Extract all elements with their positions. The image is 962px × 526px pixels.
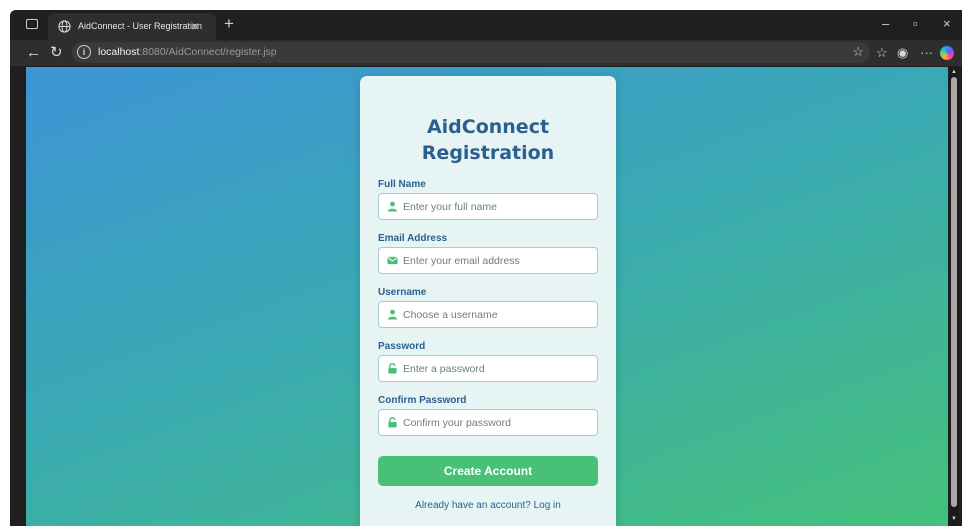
copilot-icon[interactable] xyxy=(940,46,954,60)
globe-icon xyxy=(58,20,71,33)
page-viewport: AidConnect Registration Full Name Email … xyxy=(26,67,948,526)
title-line-2: Registration xyxy=(421,142,555,164)
login-link[interactable]: Already have an account? Log in xyxy=(360,500,616,511)
confirm-password-input[interactable] xyxy=(403,410,593,435)
email-label: Email Address xyxy=(378,233,448,244)
email-field[interactable] xyxy=(378,247,598,274)
url-host: localhost xyxy=(98,46,140,58)
tab-title: AidConnect - User Registration xyxy=(78,21,203,31)
password-input[interactable] xyxy=(403,356,593,381)
user-icon xyxy=(387,309,398,320)
lock-icon xyxy=(388,417,397,428)
email-input[interactable] xyxy=(403,248,593,273)
url-path: :8080/AidConnect/register.jsp xyxy=(139,46,277,58)
browser-window: AidConnect - User Registration × + – ▫ ×… xyxy=(10,10,962,526)
tab-registration[interactable]: AidConnect - User Registration × xyxy=(48,13,216,40)
close-window-button[interactable]: × xyxy=(943,16,951,32)
full-name-label: Full Name xyxy=(378,179,426,190)
confirm-password-label: Confirm Password xyxy=(378,395,467,406)
address-bar[interactable]: i localhost:8080/AidConnect/register.jsp… xyxy=(72,42,870,63)
username-input[interactable] xyxy=(403,302,593,327)
confirm-password-field[interactable] xyxy=(378,409,598,436)
url-text[interactable]: localhost:8080/AidConnect/register.jsp xyxy=(98,46,277,58)
envelope-icon xyxy=(387,256,398,265)
tab-strip: AidConnect - User Registration × + – ▫ × xyxy=(10,10,962,40)
page-title: AidConnect Registration xyxy=(360,114,616,166)
more-icon[interactable]: ··· xyxy=(920,44,933,61)
navigation-bar: ← ↻ i localhost:8080/AidConnect/register… xyxy=(10,40,962,66)
new-tab-button[interactable]: + xyxy=(224,15,234,33)
lock-icon xyxy=(388,363,397,374)
scroll-up-icon[interactable]: ▲ xyxy=(951,68,957,76)
restore-button[interactable]: ▫ xyxy=(913,16,918,32)
password-label: Password xyxy=(378,341,426,352)
password-field[interactable] xyxy=(378,355,598,382)
tab-close-button[interactable]: × xyxy=(191,17,199,35)
full-name-field[interactable] xyxy=(378,193,598,220)
scroll-thumb[interactable] xyxy=(951,77,957,507)
username-label: Username xyxy=(378,287,427,298)
favorite-star-icon[interactable]: ☆ xyxy=(852,44,864,60)
title-line-1: AidConnect xyxy=(426,116,550,138)
scroll-down-icon[interactable]: ▼ xyxy=(951,515,957,523)
profile-icon[interactable]: ◉ xyxy=(897,44,908,61)
site-info-icon[interactable]: i xyxy=(77,45,91,59)
full-name-input[interactable] xyxy=(403,194,593,219)
favorites-icon[interactable]: ☆ xyxy=(876,44,888,61)
minimize-button[interactable]: – xyxy=(882,16,889,32)
user-icon xyxy=(387,201,398,212)
registration-card: AidConnect Registration Full Name Email … xyxy=(360,76,616,526)
back-arrow-icon[interactable]: ← xyxy=(26,44,41,61)
refresh-icon[interactable]: ↻ xyxy=(50,44,63,61)
scrollbar[interactable]: ▲ ▼ xyxy=(950,67,958,526)
username-field[interactable] xyxy=(378,301,598,328)
tab-actions-icon[interactable] xyxy=(26,19,38,29)
create-account-button[interactable]: Create Account xyxy=(378,456,598,486)
